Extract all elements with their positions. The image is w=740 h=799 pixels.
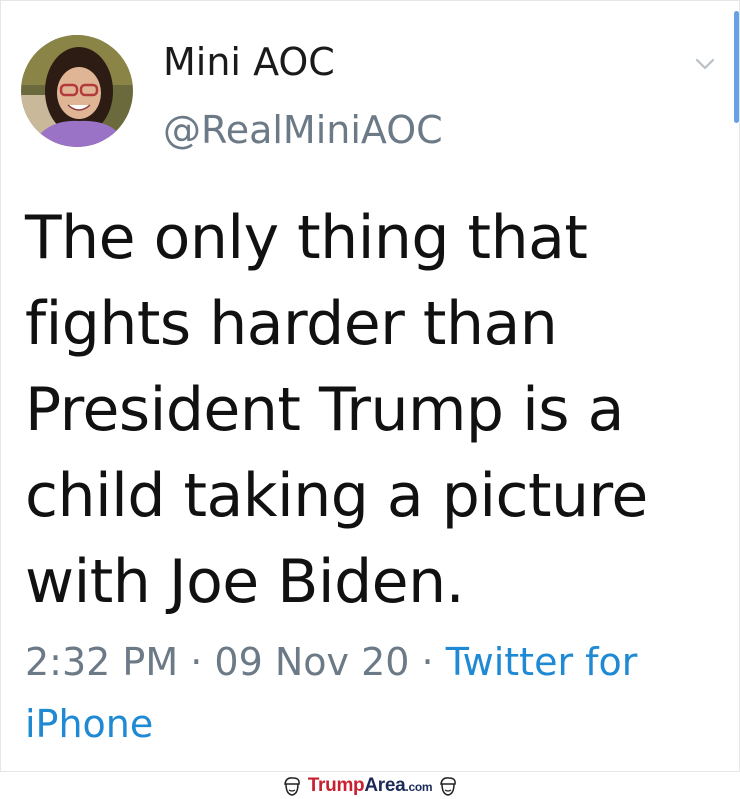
- tweet-text-line: with Joe Biden.: [25, 547, 465, 617]
- trump-face-icon: [283, 776, 300, 796]
- tweet-menu-button[interactable]: [685, 49, 725, 79]
- watermark-footer: TrumpArea.com: [0, 772, 740, 799]
- tweet-text-line: President Trump is a: [25, 375, 624, 445]
- scrollbar[interactable]: [734, 11, 739, 123]
- meta-separator: ·: [190, 640, 203, 684]
- user-handle[interactable]: @RealMiniAOC: [163, 107, 443, 153]
- tweet-card: Mini AOC @RealMiniAOC The only thing tha…: [0, 0, 740, 772]
- watermark-logo[interactable]: TrumpArea.com: [307, 774, 433, 797]
- tweet-time[interactable]: 2:32 PM: [25, 640, 178, 684]
- avatar[interactable]: [21, 35, 133, 147]
- tweet-metadata: 2:32 PM · 09 Nov 20 · Twitter for iPhone: [25, 631, 715, 755]
- meta-separator: ·: [421, 640, 434, 684]
- chevron-down-icon: [695, 58, 715, 70]
- brand-trump: Trump: [307, 774, 365, 796]
- display-name[interactable]: Mini AOC: [163, 39, 335, 85]
- brand-area: Area: [364, 774, 406, 796]
- trump-face-icon: [440, 776, 457, 796]
- tweet-text-line: fights harder than: [25, 289, 558, 359]
- avatar-image: [21, 35, 133, 147]
- tweet-text-line: child taking a picture: [25, 461, 648, 531]
- tweet-date[interactable]: 09 Nov 20: [214, 640, 409, 684]
- tweet-text-line: The only thing that: [25, 203, 588, 273]
- brand-com: .com: [405, 779, 433, 794]
- tweet-text: The only thing that fights harder than P…: [25, 195, 705, 625]
